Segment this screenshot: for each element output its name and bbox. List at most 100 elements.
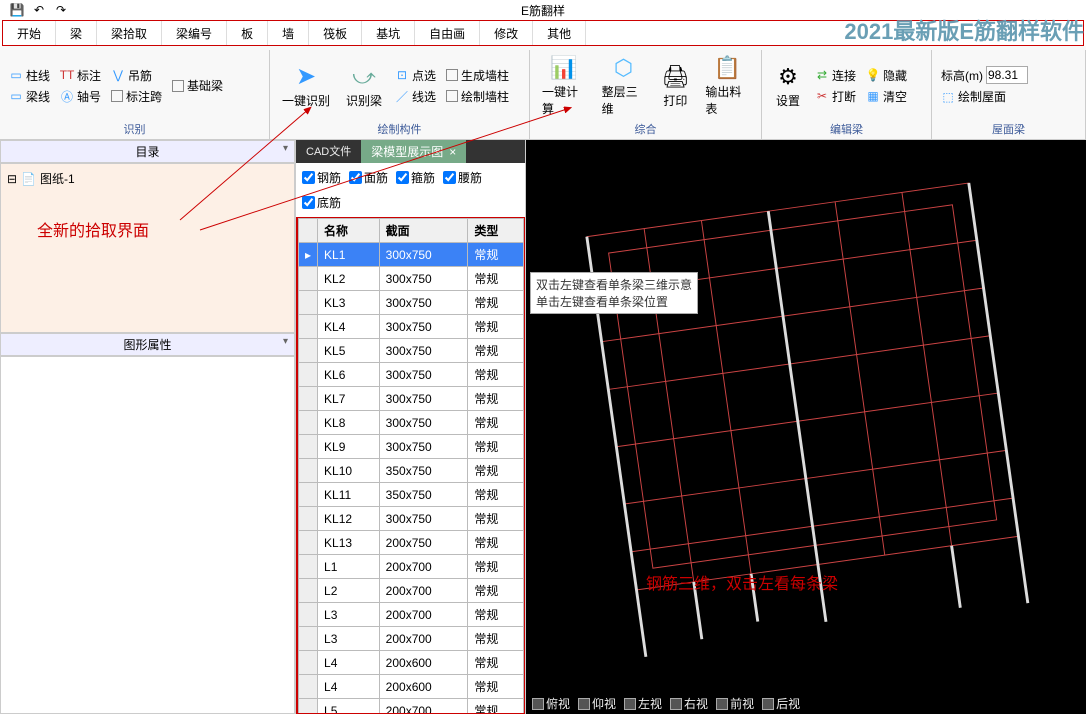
cb-gangjin[interactable]: 钢筋	[302, 169, 341, 186]
clear-btn[interactable]: ▦清空	[863, 87, 910, 106]
tab-model[interactable]: 梁模型展示图×	[361, 140, 466, 163]
view-btn[interactable]: 左视	[624, 695, 662, 712]
col-section[interactable]: 截面	[379, 219, 468, 243]
cb-dijin[interactable]: 底筋	[302, 194, 341, 211]
table-row[interactable]: KL3300x750常规	[299, 291, 524, 315]
view-btn[interactable]: 后视	[762, 695, 800, 712]
group-label: 绘制构件	[276, 119, 523, 139]
minus-icon: ⊟	[7, 172, 17, 186]
menu-tab-9[interactable]: 修改	[480, 21, 533, 45]
point-icon: ⊡	[395, 68, 409, 82]
table-row[interactable]: KL7300x750常规	[299, 387, 524, 411]
drawing-tree: ⊟ 📄 图纸-1 全新的拾取界面	[0, 163, 295, 333]
beam-line-btn[interactable]: ▭梁线	[6, 87, 53, 106]
cb-yaojin[interactable]: 腰筋	[443, 169, 482, 186]
beam-grid[interactable]: 名称 截面 类型 ▸KL1300x750常规KL2300x750常规KL3300…	[296, 217, 525, 714]
menu-tab-8[interactable]: 自由画	[415, 21, 480, 45]
table-row[interactable]: L3200x700常规	[299, 627, 524, 651]
table-row[interactable]: KL6300x750常规	[299, 363, 524, 387]
filter-checks: 钢筋 面筋 箍筋 腰筋 底筋	[296, 163, 525, 217]
table-row[interactable]: KL8300x750常规	[299, 411, 524, 435]
directory-header[interactable]: 目录	[0, 140, 295, 163]
table-row[interactable]: KL4300x750常规	[299, 315, 524, 339]
hide-btn[interactable]: 💡隐藏	[863, 66, 910, 85]
table-row[interactable]: KL11350x750常规	[299, 483, 524, 507]
view-btn[interactable]: 前视	[716, 695, 754, 712]
table-row[interactable]: KL5300x750常规	[299, 339, 524, 363]
menu-tab-6[interactable]: 筏板	[309, 21, 362, 45]
save-icon[interactable]: 💾	[6, 2, 28, 18]
col-type[interactable]: 类型	[468, 219, 524, 243]
table-row[interactable]: KL13200x750常规	[299, 531, 524, 555]
checkbox-icon	[446, 90, 458, 102]
table-row[interactable]: L5200x700常规	[299, 699, 524, 714]
cb-gujin[interactable]: 箍筋	[396, 169, 435, 186]
3d-viewer[interactable]: 双击左键查看单条梁三维示意 单击左键查看单条梁位置 钢筋三维，双击左看每条梁 俯…	[526, 140, 1086, 714]
undo-icon[interactable]: ↶	[28, 2, 50, 18]
view-btn[interactable]: 俯视	[532, 695, 570, 712]
whole-floor-3d-btn[interactable]: ⬡整层三维	[596, 52, 652, 119]
menu-tab-5[interactable]: 墙	[268, 21, 309, 45]
mid-pane: CAD文件 梁模型展示图× 钢筋 面筋 箍筋 腰筋 底筋 名称 截面 类型 ▸K…	[296, 140, 526, 714]
ribbon-group-general: 📊一键计算 ⬡整层三维 🖨打印 📋输出料表 综合	[530, 50, 762, 139]
cb-mianjin[interactable]: 面筋	[349, 169, 388, 186]
break-btn[interactable]: ✂打断	[812, 87, 859, 106]
view-btn[interactable]: 右视	[670, 695, 708, 712]
settings-btn[interactable]: ⚙设置	[768, 61, 808, 111]
props-header[interactable]: 图形属性	[0, 333, 295, 356]
col-name[interactable]: 名称	[318, 219, 380, 243]
props-panel	[0, 356, 295, 714]
menu-tab-0[interactable]: 开始	[3, 21, 56, 45]
axis-btn[interactable]: Ⓐ轴号	[57, 87, 104, 106]
beam-icon: ▭	[9, 89, 23, 103]
checkbox-icon	[446, 69, 458, 81]
table-row[interactable]: KL12300x750常规	[299, 507, 524, 531]
menu-tab-1[interactable]: 梁	[56, 21, 97, 45]
hanger-btn[interactable]: ⋁吊筋	[108, 66, 165, 85]
menu-tab-10[interactable]: 其他	[533, 21, 586, 45]
line-select-btn[interactable]: ／线选	[392, 87, 439, 106]
group-label: 综合	[536, 119, 755, 139]
print-btn[interactable]: 🖨打印	[655, 61, 695, 111]
table-row[interactable]: L4200x600常规	[299, 675, 524, 699]
one-key-identify-btn[interactable]: ➤ 一键识别	[276, 61, 336, 111]
roof-icon: ⬚	[941, 90, 955, 104]
elevation-field: 标高(m)	[938, 65, 1031, 85]
annotation-text: 全新的拾取界面	[37, 217, 288, 241]
foundation-beam-btn[interactable]: 基础梁	[169, 76, 226, 95]
table-row[interactable]: L1200x700常规	[299, 555, 524, 579]
span-btn[interactable]: 标注跨	[108, 87, 165, 106]
connect-btn[interactable]: ⇄连接	[812, 66, 859, 85]
elevation-input[interactable]	[986, 66, 1028, 84]
table-row[interactable]: L4200x600常规	[299, 651, 524, 675]
draw-wall-col-btn[interactable]: 绘制墙柱	[443, 87, 512, 106]
bulb-icon: 💡	[866, 68, 880, 82]
draw-roof-btn[interactable]: ⬚绘制屋面	[938, 87, 1031, 106]
table-row[interactable]: KL2300x750常规	[299, 267, 524, 291]
table-row[interactable]: L2200x700常规	[299, 579, 524, 603]
menu-tab-4[interactable]: 板	[227, 21, 268, 45]
menu-tab-2[interactable]: 梁拾取	[97, 21, 162, 45]
beam-identify-icon: ⤻	[350, 63, 378, 91]
column-line-btn[interactable]: ▭柱线	[6, 66, 53, 85]
menu-tab-3[interactable]: 梁编号	[162, 21, 227, 45]
export-table-btn[interactable]: 📋输出料表	[699, 52, 755, 119]
tab-cad[interactable]: CAD文件	[296, 140, 361, 163]
table-row[interactable]: ▸KL1300x750常规	[299, 243, 524, 267]
printer-icon: 🖨	[661, 63, 689, 91]
redo-icon[interactable]: ↷	[50, 2, 72, 18]
menu-tab-7[interactable]: 基坑	[362, 21, 415, 45]
view-btn[interactable]: 仰视	[578, 695, 616, 712]
annotate-btn[interactable]: TT标注	[57, 66, 104, 85]
identify-beam-btn[interactable]: ⤻ 识别梁	[340, 61, 388, 111]
gen-wall-col-btn[interactable]: 生成墙柱	[443, 66, 512, 85]
table-row[interactable]: L3200x700常规	[299, 603, 524, 627]
checkbox-icon	[172, 80, 184, 92]
one-key-calc-btn[interactable]: 📊一键计算	[536, 52, 592, 119]
checkbox-icon	[111, 90, 123, 102]
table-row[interactable]: KL9300x750常规	[299, 435, 524, 459]
tree-root-item[interactable]: ⊟ 📄 图纸-1	[7, 170, 288, 187]
point-select-btn[interactable]: ⊡点选	[392, 66, 439, 85]
table-row[interactable]: KL10350x750常规	[299, 459, 524, 483]
close-icon[interactable]: ×	[449, 145, 456, 159]
